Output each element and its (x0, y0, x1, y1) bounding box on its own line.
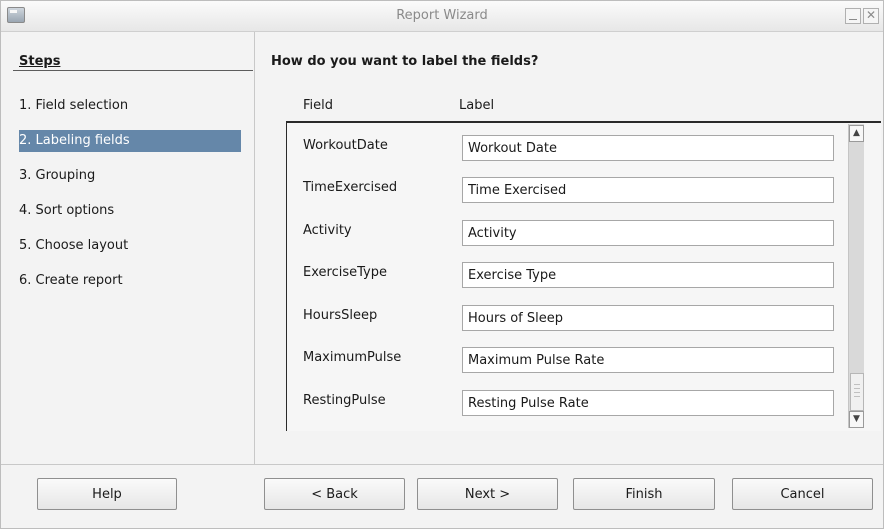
field-column-header: Field (303, 98, 334, 113)
label-input-exercisetype[interactable] (462, 262, 834, 288)
vertical-scrollbar[interactable]: ▲ ▼ (848, 124, 864, 428)
report-wizard-window: Report Wizard ✕ Steps 1. Field selection… (0, 0, 884, 529)
label-input-timeexercised[interactable] (462, 177, 834, 203)
field-name-workoutdate: WorkoutDate (303, 138, 388, 153)
minimize-button[interactable] (845, 8, 861, 24)
step-labeling-fields[interactable]: 2. Labeling fields (19, 130, 241, 152)
steps-divider (13, 70, 253, 71)
page-title: How do you want to label the fields? (271, 54, 539, 69)
step-create-report[interactable]: 6. Create report (19, 270, 241, 292)
label-column-header: Label (459, 98, 495, 113)
label-input-restingpulse[interactable] (462, 390, 834, 416)
field-name-activity: Activity (303, 223, 352, 238)
help-button[interactable]: Help (37, 478, 177, 510)
window-title: Report Wizard (396, 8, 488, 23)
footer-divider (1, 464, 883, 465)
finish-button[interactable]: Finish (573, 478, 715, 510)
scroll-up-arrow-icon[interactable]: ▲ (849, 125, 864, 142)
back-button[interactable]: < Back (264, 478, 405, 510)
field-name-restingpulse: RestingPulse (303, 393, 386, 408)
label-input-hourssleep[interactable] (462, 305, 834, 331)
step-sort-options[interactable]: 4. Sort options (19, 200, 241, 222)
steps-panel: Steps 1. Field selection 2. Labeling fie… (1, 32, 255, 464)
close-button[interactable]: ✕ (863, 8, 879, 24)
step-grouping[interactable]: 3. Grouping (19, 165, 241, 187)
field-label-table: WorkoutDate TimeExercised Activity Exerc… (286, 121, 881, 431)
title-bar: Report Wizard ✕ (1, 1, 883, 32)
field-name-exercisetype: ExerciseType (303, 265, 387, 280)
scroll-thumb[interactable] (850, 373, 864, 411)
label-input-workoutdate[interactable] (462, 135, 834, 161)
step-choose-layout[interactable]: 5. Choose layout (19, 235, 241, 257)
label-input-activity[interactable] (462, 220, 834, 246)
field-name-timeexercised: TimeExercised (303, 180, 398, 195)
cancel-button[interactable]: Cancel (732, 478, 873, 510)
scroll-down-arrow-icon[interactable]: ▼ (849, 411, 864, 428)
next-button[interactable]: Next > (417, 478, 558, 510)
label-input-maximumpulse[interactable] (462, 347, 834, 373)
field-name-hourssleep: HoursSleep (303, 308, 378, 323)
field-name-maximumpulse: MaximumPulse (303, 350, 402, 365)
step-field-selection[interactable]: 1. Field selection (19, 95, 241, 117)
steps-title: Steps (19, 54, 61, 69)
